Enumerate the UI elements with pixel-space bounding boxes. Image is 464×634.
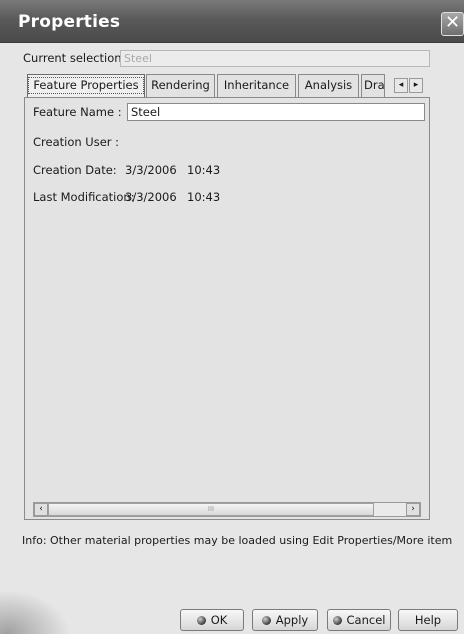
scrollbar-grip: III xyxy=(207,505,215,513)
creation-time-value: 10:43 xyxy=(187,163,221,177)
cancel-button[interactable]: Cancel xyxy=(327,609,391,631)
cancel-label: Cancel xyxy=(346,613,386,627)
tab-label: Inheritance xyxy=(223,78,290,92)
arrow-left-icon: ◂ xyxy=(398,80,404,90)
info-text: Info: Other material properties may be l… xyxy=(22,534,453,547)
apply-icon xyxy=(261,616,271,625)
creation-date-label: Creation Date: xyxy=(33,163,117,177)
creation-user-label: Creation User : xyxy=(33,135,120,149)
close-button[interactable]: ✕ xyxy=(441,12,464,36)
tab-feature-properties[interactable]: Feature Properties xyxy=(27,74,145,98)
tab-scroll-right-button[interactable]: ▸ xyxy=(409,78,423,93)
current-selection-field: Steel xyxy=(120,50,430,67)
ok-label: OK xyxy=(210,613,228,627)
last-modification-date-value: 3/3/2006 xyxy=(125,190,177,204)
apply-button[interactable]: Apply xyxy=(252,609,318,631)
chevron-right-icon: › xyxy=(411,504,415,514)
scroll-right-button[interactable]: › xyxy=(406,503,420,516)
help-button[interactable]: Help xyxy=(398,609,458,631)
horizontal-scrollbar[interactable]: ‹ III › xyxy=(33,502,421,517)
scroll-left-button[interactable]: ‹ xyxy=(34,503,48,516)
current-selection-label: Current selection : xyxy=(23,51,130,65)
chevron-left-icon: ‹ xyxy=(39,504,43,514)
arrow-right-icon: ▸ xyxy=(413,80,419,90)
tab-label: Feature Properties xyxy=(28,77,144,94)
tab-scroll-left-button[interactable]: ◂ xyxy=(394,78,408,93)
last-modification-time-value: 10:43 xyxy=(187,190,221,204)
tab-inheritance[interactable]: Inheritance xyxy=(217,74,296,97)
title-bar[interactable]: Properties ✕ xyxy=(0,0,464,43)
ok-button[interactable]: OK xyxy=(180,609,244,631)
tab-label: Analysis xyxy=(304,78,353,92)
help-label: Help xyxy=(414,613,442,627)
decorative-swirl xyxy=(0,590,70,634)
scrollbar-thumb[interactable]: III xyxy=(48,503,374,516)
tab-label: Dra xyxy=(364,78,385,92)
cancel-icon xyxy=(332,616,342,625)
tab-analysis[interactable]: Analysis xyxy=(298,74,359,97)
ok-icon xyxy=(196,616,206,625)
close-icon: ✕ xyxy=(444,12,461,33)
tab-rendering[interactable]: Rendering xyxy=(146,74,215,97)
creation-date-value: 3/3/2006 xyxy=(125,163,177,177)
dialog-title: Properties xyxy=(18,12,121,32)
tab-label: Rendering xyxy=(151,78,210,92)
properties-dialog: Properties ✕ Current selection : Steel F… xyxy=(0,0,464,634)
apply-label: Apply xyxy=(275,613,309,627)
feature-name-input[interactable]: Steel xyxy=(127,103,425,121)
last-modification-label: Last Modification: xyxy=(33,190,135,204)
tab-drafting[interactable]: Dra xyxy=(361,74,385,97)
feature-properties-panel xyxy=(24,97,430,520)
feature-name-label: Feature Name : xyxy=(33,105,122,119)
